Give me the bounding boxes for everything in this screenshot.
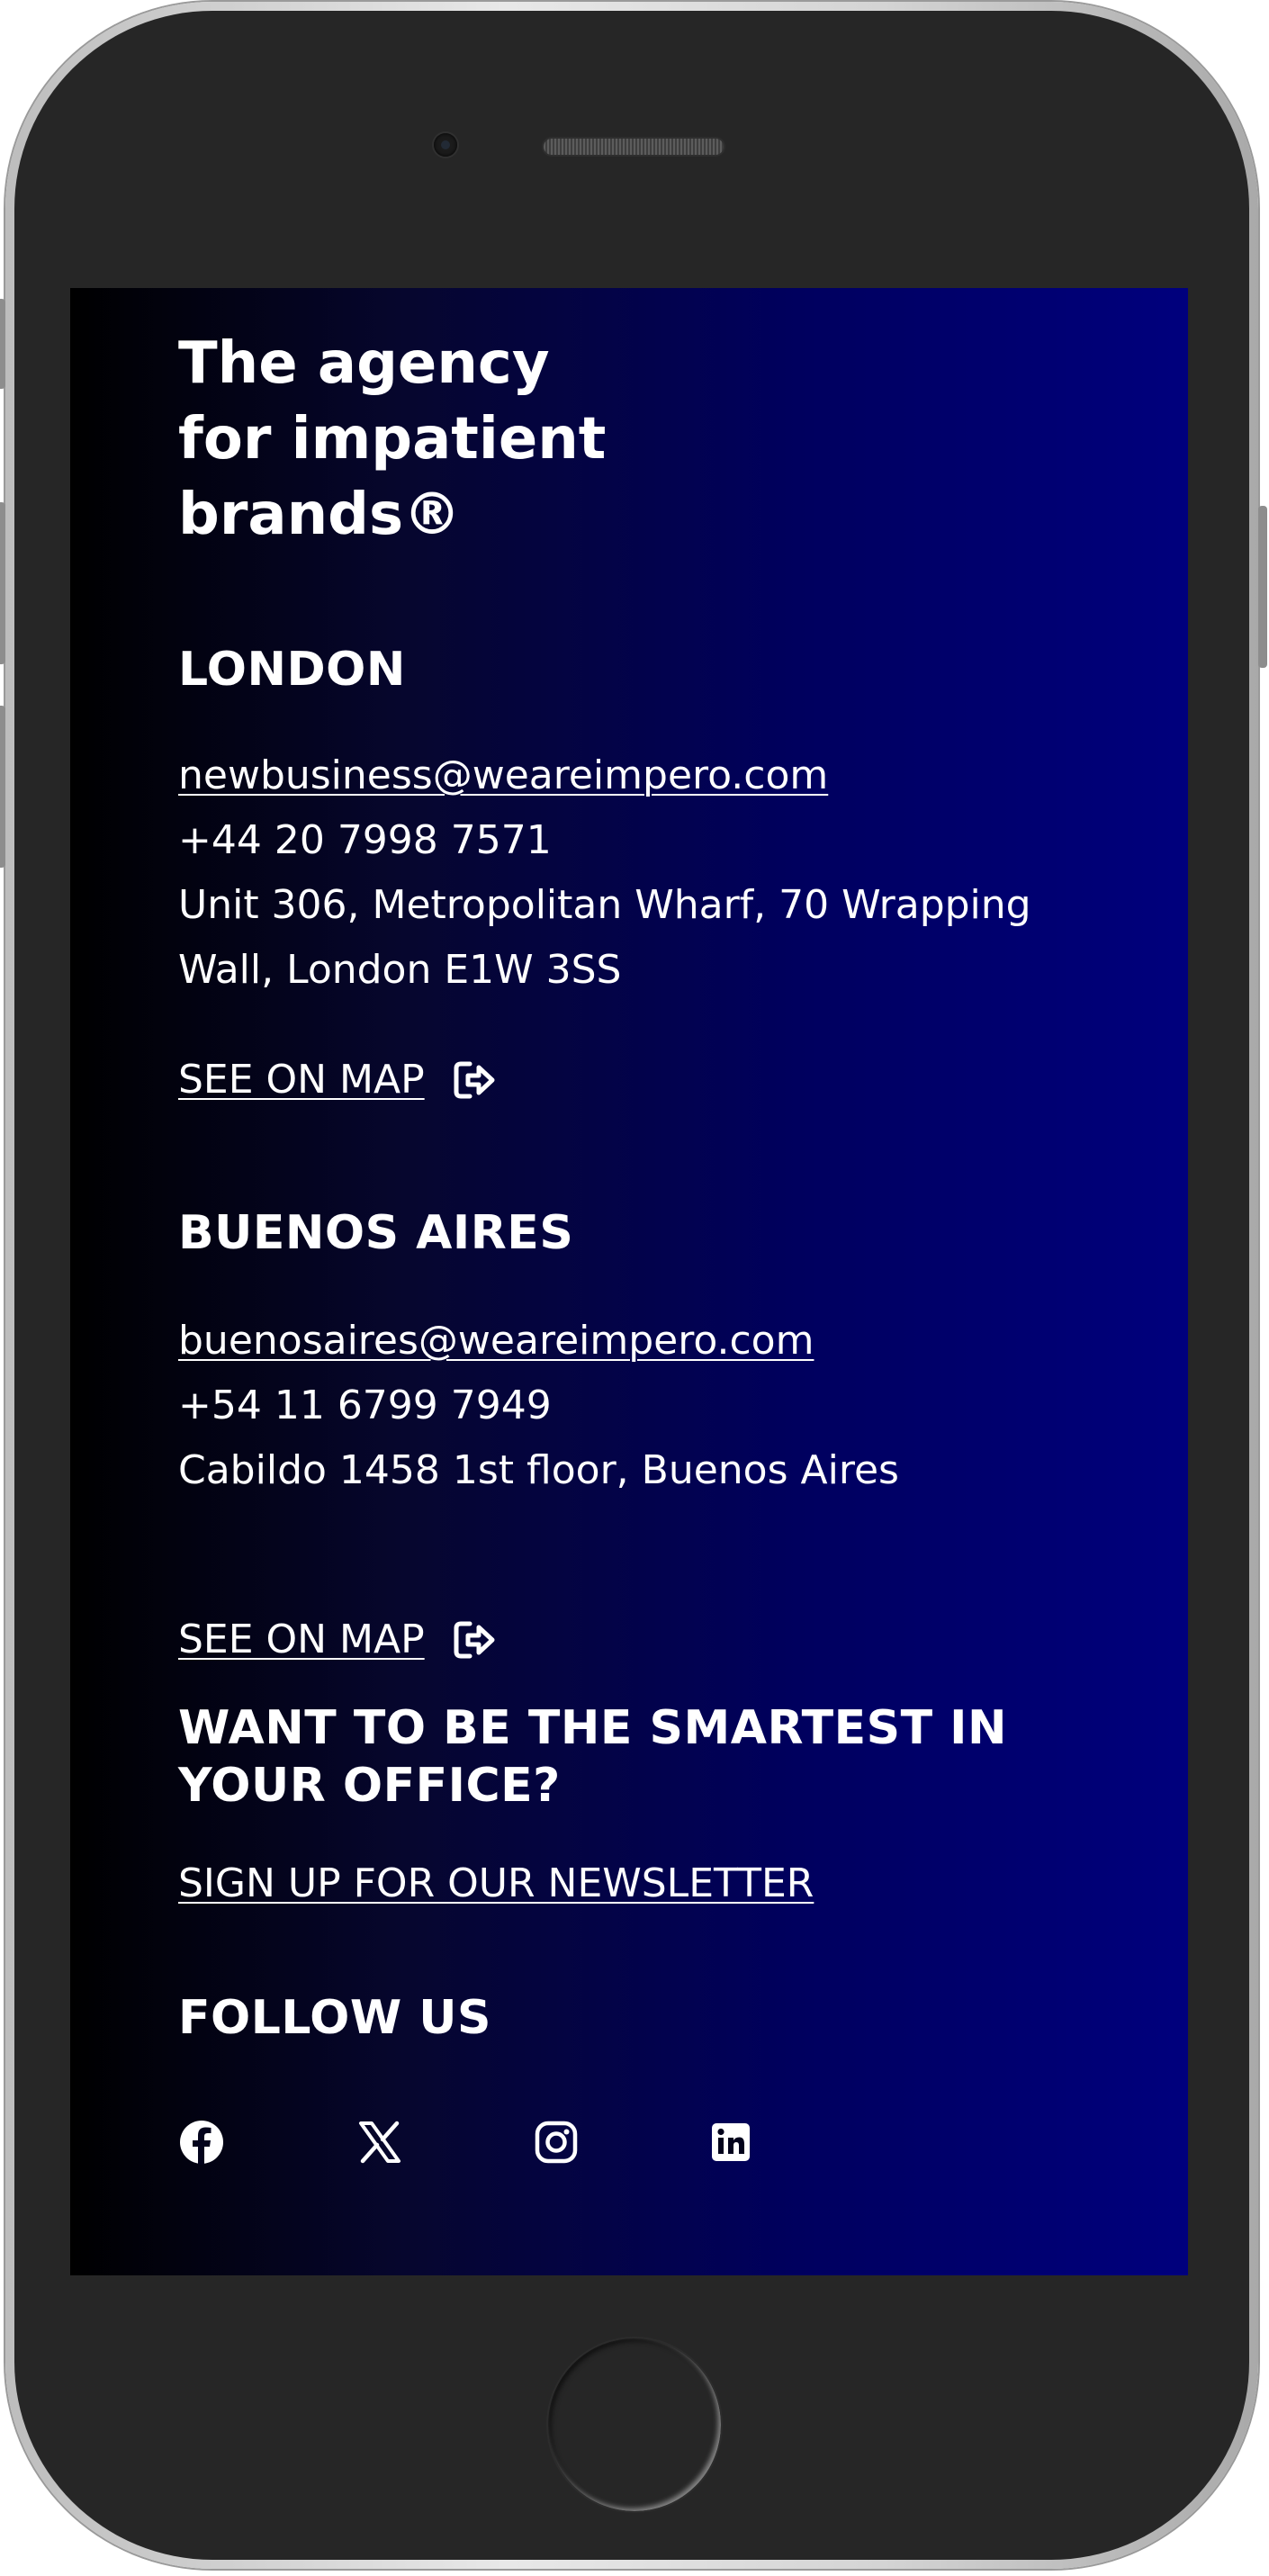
- volume-down-button: [0, 706, 5, 868]
- home-button[interactable]: [546, 2337, 723, 2513]
- london-heading: LONDON: [178, 643, 406, 697]
- buenos-aires-email-link[interactable]: buenosaires@weareimpero.com: [178, 1314, 814, 1368]
- power-button: [1258, 506, 1267, 668]
- tagline-line-2: for impatient: [178, 406, 607, 473]
- footer-screen: The agency for impatient brands® LONDON …: [70, 288, 1188, 2275]
- volume-up-button: [0, 502, 5, 664]
- london-see-on-map-link[interactable]: SEE ON MAP: [178, 1053, 497, 1107]
- buenos-aires-see-on-map-link[interactable]: SEE ON MAP: [178, 1613, 497, 1667]
- buenos-aires-address: Cabildo 1458 1st floor, Buenos Aires: [178, 1447, 899, 1493]
- linkedin-icon[interactable]: [707, 2119, 754, 2166]
- instagram-icon[interactable]: [533, 2119, 580, 2166]
- buenos-aires-map-label: SEE ON MAP: [178, 1617, 425, 1662]
- london-email-link[interactable]: newbusiness@weareimpero.com: [178, 749, 828, 803]
- buenos-aires-heading: BUENOS AIRES: [178, 1206, 574, 1260]
- newsletter-heading-line-1: WANT TO BE THE SMARTEST IN: [178, 1701, 1008, 1755]
- buenos-aires-phone: +54 11 6799 7949: [178, 1383, 552, 1428]
- london-map-label: SEE ON MAP: [178, 1057, 425, 1103]
- newsletter-heading: WANT TO BE THE SMARTEST IN YOUR OFFICE?: [178, 1699, 1007, 1815]
- newsletter-heading-line-2: YOUR OFFICE?: [178, 1759, 561, 1813]
- mute-switch: [0, 299, 5, 389]
- agency-tagline: The agency for impatient brands®: [178, 326, 808, 553]
- x-icon[interactable]: [356, 2119, 403, 2166]
- london-address-line-1: Unit 306, Metropolitan Wharf, 70 Wrappin…: [178, 882, 1031, 928]
- tagline-line-3: brands®: [178, 482, 462, 548]
- external-link-icon: [454, 1621, 495, 1659]
- facebook-icon[interactable]: [178, 2119, 225, 2166]
- tagline-line-1: The agency: [178, 330, 550, 397]
- earpiece-speaker: [544, 139, 724, 155]
- external-link-icon: [454, 1061, 495, 1099]
- london-phone: +44 20 7998 7571: [178, 817, 552, 863]
- london-address-line-2: Wall, London E1W 3SS: [178, 947, 622, 993]
- follow-us-heading: FOLLOW US: [178, 1991, 491, 2045]
- front-camera: [434, 133, 457, 157]
- newsletter-signup-link[interactable]: SIGN UP FOR OUR NEWSLETTER: [178, 1857, 814, 1911]
